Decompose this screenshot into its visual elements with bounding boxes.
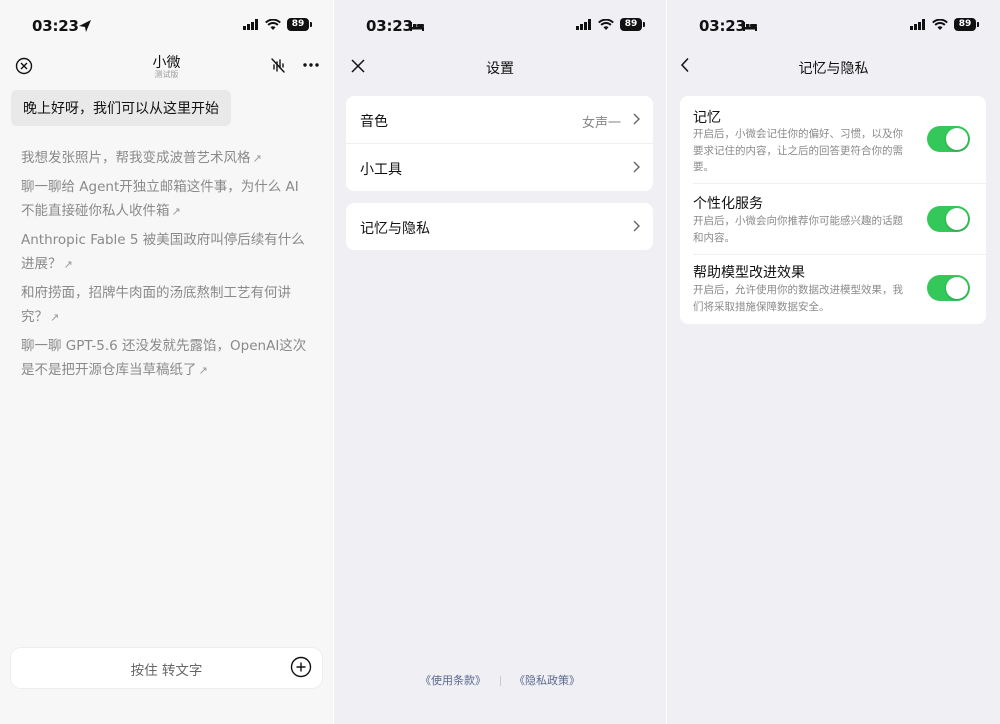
chevron-right-icon bbox=[633, 113, 640, 125]
memory-privacy-screen: 03:23 89 记忆与隐私 记忆 开启后，小微会记住你的偏好、习惯，以及你要求… bbox=[667, 0, 1000, 724]
status-time: 03:23 bbox=[699, 17, 746, 35]
option-model-improvement: 帮助模型改进效果 开启后，允许使用你的数据改进模型效果，我们将采取措施保障数据安… bbox=[680, 254, 986, 324]
settings-title: 设置 bbox=[486, 61, 514, 77]
battery-indicator: 89 bbox=[620, 18, 645, 31]
wifi-icon bbox=[932, 18, 948, 30]
terms-link[interactable]: 《使用条款》 bbox=[420, 674, 486, 687]
battery-indicator: 89 bbox=[954, 18, 979, 31]
suggestion-item[interactable]: 聊一聊给 Agent开独立邮箱这件事，为什么 AI 不能直接碰你私人收件箱 ↗ bbox=[21, 175, 313, 224]
chevron-right-icon bbox=[633, 161, 640, 173]
memory-privacy-title: 记忆与隐私 bbox=[798, 61, 869, 77]
chevron-right-icon bbox=[633, 220, 640, 232]
signal-icon bbox=[576, 19, 591, 30]
status-indicators: 89 bbox=[910, 18, 979, 31]
suggestion-text: 和府捞面，招牌牛肉面的汤底熬制工艺有何讲究？ bbox=[21, 285, 291, 325]
suggestion-list: 我想发张照片，帮我变成波普艺术风格 ↗ 聊一聊给 Agent开独立邮箱这件事，为什… bbox=[21, 146, 313, 387]
option-title: 记忆 bbox=[693, 110, 721, 126]
row-label: 音色 bbox=[360, 114, 388, 130]
settings-screen: 03:23 89 设置 音色 女声一 小工具 记忆与隐私 《使用条款》 《隐私政… bbox=[334, 0, 666, 724]
privacy-options-card: 记忆 开启后，小微会记住你的偏好、习惯，以及你要求记住的内容，让之后的回答更符合… bbox=[680, 96, 986, 324]
option-description: 开启后，小微会记住你的偏好、习惯，以及你要求记住的内容，让之后的回答更符合你的需… bbox=[693, 128, 903, 173]
status-time: 03:23 bbox=[32, 17, 79, 35]
more-icon bbox=[303, 63, 319, 67]
privacy-policy-link[interactable]: 《隐私政策》 bbox=[514, 674, 580, 687]
external-arrow-icon: ↗ bbox=[63, 258, 73, 271]
plus-circle-icon[interactable] bbox=[290, 656, 312, 678]
option-title: 帮助模型改进效果 bbox=[693, 265, 805, 281]
suggestion-text: 聊一聊给 Agent开独立邮箱这件事，为什么 AI 不能直接碰你私人收件箱 bbox=[21, 179, 299, 219]
wifi-icon bbox=[598, 18, 614, 30]
battery-indicator: 89 bbox=[287, 18, 312, 31]
row-label: 小工具 bbox=[360, 162, 402, 178]
greeting-message: 晚上好呀，我们可以从这里开始 bbox=[11, 90, 231, 126]
external-arrow-icon: ↗ bbox=[50, 311, 60, 324]
settings-group-privacy: 记忆与隐私 bbox=[346, 203, 653, 250]
status-indicators: 89 bbox=[243, 18, 312, 31]
voice-input-bar[interactable]: 按住 转文字 bbox=[11, 648, 322, 688]
settings-group-general: 音色 女声一 小工具 bbox=[346, 96, 653, 191]
external-arrow-icon: ↗ bbox=[252, 152, 262, 165]
suggestion-text: 聊一聊 GPT-5.6 还没发就先露馅，OpenAI这次是不是把开源仓库当草稿纸… bbox=[21, 338, 307, 378]
suggestion-text: 我想发张照片，帮我变成波普艺术风格 bbox=[21, 150, 251, 166]
bed-icon bbox=[410, 22, 424, 31]
status-bar: 03:23 89 bbox=[667, 0, 1000, 52]
wifi-icon bbox=[265, 18, 281, 30]
mute-button[interactable] bbox=[268, 55, 288, 75]
suggestion-item[interactable]: 和府捞面，招牌牛肉面的汤底熬制工艺有何讲究？ ↗ bbox=[21, 281, 313, 330]
settings-row-memory-privacy[interactable]: 记忆与隐私 bbox=[346, 203, 653, 250]
legal-links: 《使用条款》 《隐私政策》 bbox=[334, 672, 666, 688]
option-description: 开启后，允许使用你的数据改进模型效果，我们将采取措施保障数据安全。 bbox=[693, 284, 903, 313]
status-indicators: 89 bbox=[576, 18, 645, 31]
status-bar: 03:23 89 bbox=[0, 0, 333, 52]
option-description: 开启后，小微会向你推荐你可能感兴趣的话题和内容。 bbox=[693, 215, 903, 244]
external-arrow-icon: ↗ bbox=[171, 205, 181, 218]
memory-toggle[interactable] bbox=[927, 126, 970, 152]
option-memory: 记忆 开启后，小微会记住你的偏好、习惯，以及你要求记住的内容，让之后的回答更符合… bbox=[680, 96, 986, 184]
option-personalization: 个性化服务 开启后，小微会向你推荐你可能感兴趣的话题和内容。 bbox=[680, 184, 986, 254]
signal-icon bbox=[243, 19, 258, 30]
status-bar: 03:23 89 bbox=[334, 0, 666, 52]
option-title: 个性化服务 bbox=[693, 196, 763, 212]
external-arrow-icon: ↗ bbox=[198, 364, 208, 377]
link-divider bbox=[499, 676, 501, 686]
personalization-toggle[interactable] bbox=[927, 206, 970, 232]
chat-screen: 03:23 89 小微 测试版 晚上好呀，我们可以从这里开始 我想发张照片，帮我… bbox=[0, 0, 333, 724]
bed-icon bbox=[743, 22, 757, 31]
row-value: 女声一 bbox=[581, 116, 621, 131]
location-arrow-icon bbox=[79, 20, 91, 32]
settings-row-tools[interactable]: 小工具 bbox=[346, 143, 653, 190]
signal-icon bbox=[910, 19, 925, 30]
voice-input-hint: 按住 转文字 bbox=[130, 663, 203, 679]
row-label: 记忆与隐私 bbox=[360, 221, 430, 237]
suggestion-item[interactable]: Anthropic Fable 5 被美国政府叫停后续有什么进展？ ↗ bbox=[21, 228, 313, 277]
suggestion-item[interactable]: 我想发张照片，帮我变成波普艺术风格 ↗ bbox=[21, 146, 313, 171]
more-button[interactable] bbox=[300, 55, 322, 75]
suggestion-item[interactable]: 聊一聊 GPT-5.6 还没发就先露馅，OpenAI这次是不是把开源仓库当草稿纸… bbox=[21, 334, 313, 383]
model-improvement-toggle[interactable] bbox=[927, 275, 970, 301]
settings-row-voice[interactable]: 音色 女声一 bbox=[346, 96, 653, 143]
mute-icon bbox=[271, 58, 285, 73]
status-time: 03:23 bbox=[366, 17, 413, 35]
